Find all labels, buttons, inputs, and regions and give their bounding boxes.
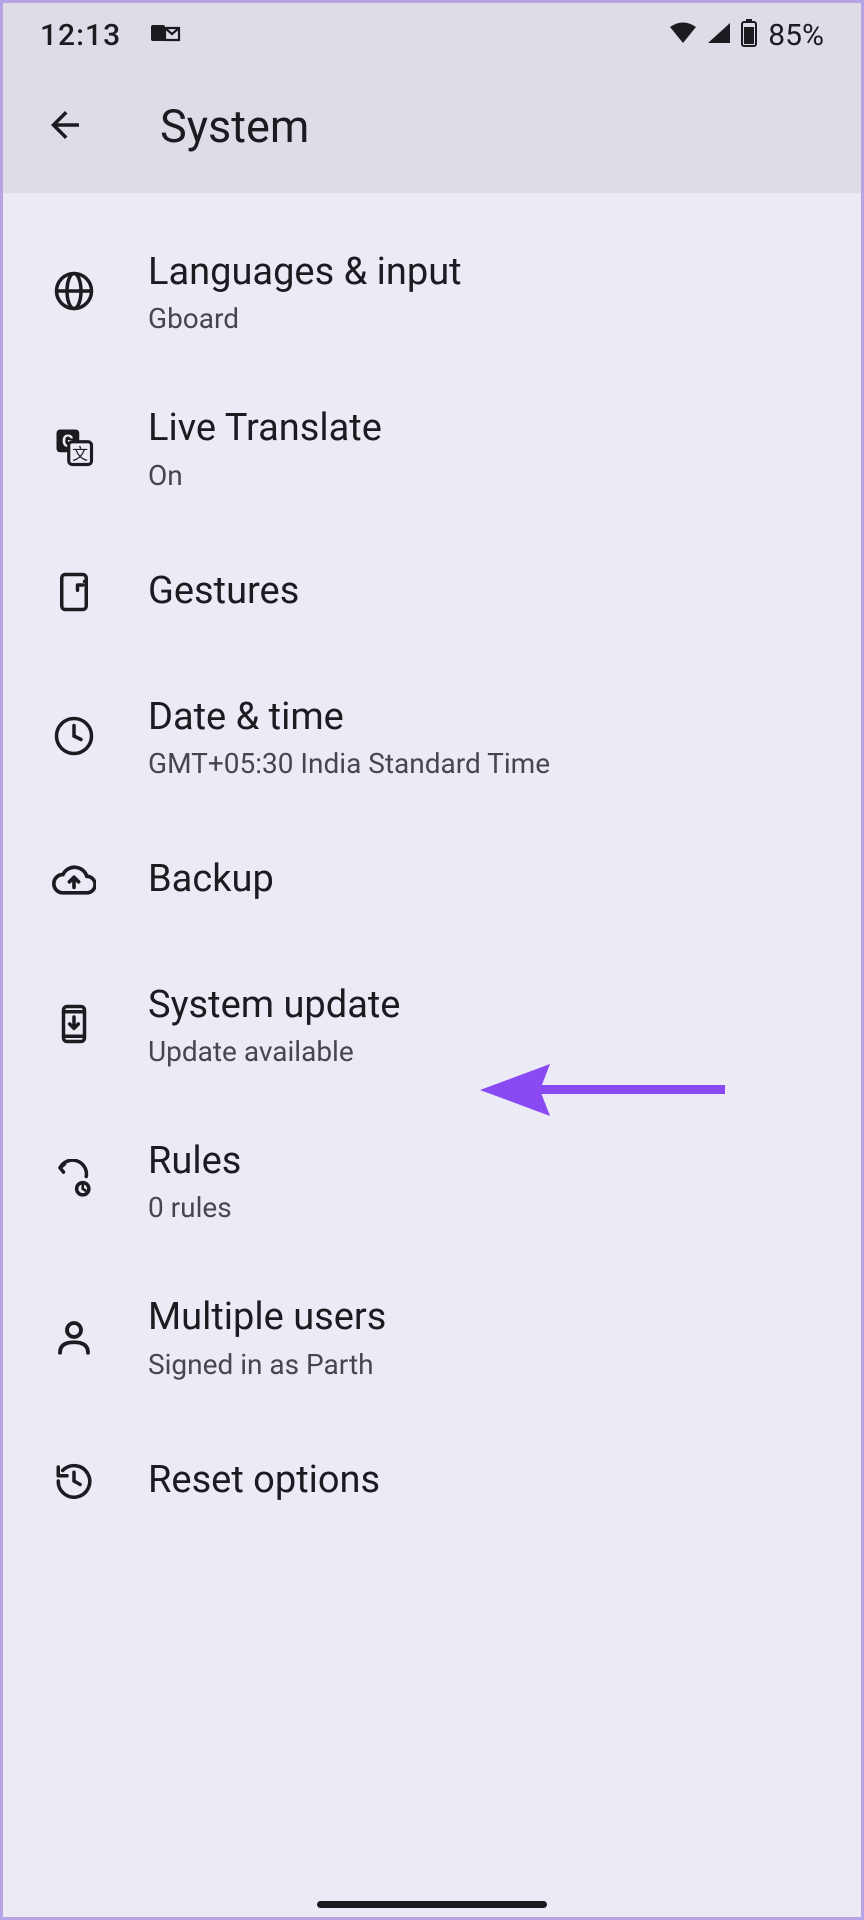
settings-item-date-time[interactable]: Date & time GMT+05:30 India Standard Tim… (0, 658, 864, 814)
battery-icon (740, 19, 758, 51)
item-subtitle: Update available (148, 1035, 824, 1068)
settings-item-languages[interactable]: Languages & input Gboard (0, 213, 864, 369)
status-time: 12:13 (40, 18, 121, 53)
settings-item-system-update[interactable]: System update Update available (0, 946, 864, 1102)
item-title: Multiple users (148, 1292, 824, 1343)
clock-icon (50, 712, 98, 760)
status-right: 85% (668, 18, 824, 53)
item-subtitle: GMT+05:30 India Standard Time (148, 747, 824, 780)
outlook-icon (151, 21, 181, 49)
item-title: Languages & input (148, 247, 824, 298)
item-subtitle: Signed in as Parth (148, 1348, 824, 1381)
globe-icon (50, 267, 98, 315)
wifi-icon (668, 21, 698, 49)
item-title: Backup (148, 854, 824, 905)
item-content: System update Update available (148, 980, 824, 1068)
app-bar: System (0, 70, 864, 193)
signal-icon (706, 21, 732, 49)
settings-item-multiple-users[interactable]: Multiple users Signed in as Parth (0, 1258, 864, 1414)
back-button[interactable] (40, 102, 90, 152)
item-title: Live Translate (148, 403, 824, 454)
item-content: Reset options (148, 1455, 824, 1506)
history-icon (50, 1457, 98, 1505)
item-content: Languages & input Gboard (148, 247, 824, 335)
item-title: Gestures (148, 566, 824, 617)
item-title: System update (148, 980, 824, 1031)
system-update-icon (50, 1000, 98, 1048)
gestures-icon (50, 568, 98, 616)
settings-item-gestures[interactable]: Gestures (0, 526, 864, 658)
item-title: Date & time (148, 692, 824, 743)
status-left: 12:13 (40, 18, 181, 53)
rules-icon (50, 1156, 98, 1204)
item-subtitle: 0 rules (148, 1191, 824, 1224)
settings-list: Languages & input Gboard G文 Live Transla… (0, 193, 864, 1547)
item-title: Rules (148, 1136, 824, 1187)
item-content: Backup (148, 854, 824, 905)
translate-icon: G文 (50, 423, 98, 471)
nav-indicator[interactable] (317, 1901, 547, 1908)
item-content: Rules 0 rules (148, 1136, 824, 1224)
settings-item-backup[interactable]: Backup (0, 814, 864, 946)
page-title: System (160, 100, 309, 153)
settings-item-rules[interactable]: Rules 0 rules (0, 1102, 864, 1258)
settings-item-live-translate[interactable]: G文 Live Translate On (0, 369, 864, 525)
arrow-back-icon (44, 104, 86, 150)
item-content: Multiple users Signed in as Parth (148, 1292, 824, 1380)
item-content: Gestures (148, 566, 824, 617)
item-content: Date & time GMT+05:30 India Standard Tim… (148, 692, 824, 780)
item-title: Reset options (148, 1455, 824, 1506)
item-subtitle: On (148, 459, 824, 492)
settings-item-reset-options[interactable]: Reset options (0, 1415, 864, 1547)
status-bar: 12:13 85% (0, 0, 864, 70)
cloud-upload-icon (50, 856, 98, 904)
battery-percentage: 85% (768, 18, 824, 53)
item-subtitle: Gboard (148, 302, 824, 335)
svg-text:文: 文 (72, 445, 88, 464)
person-icon (50, 1313, 98, 1361)
item-content: Live Translate On (148, 403, 824, 491)
